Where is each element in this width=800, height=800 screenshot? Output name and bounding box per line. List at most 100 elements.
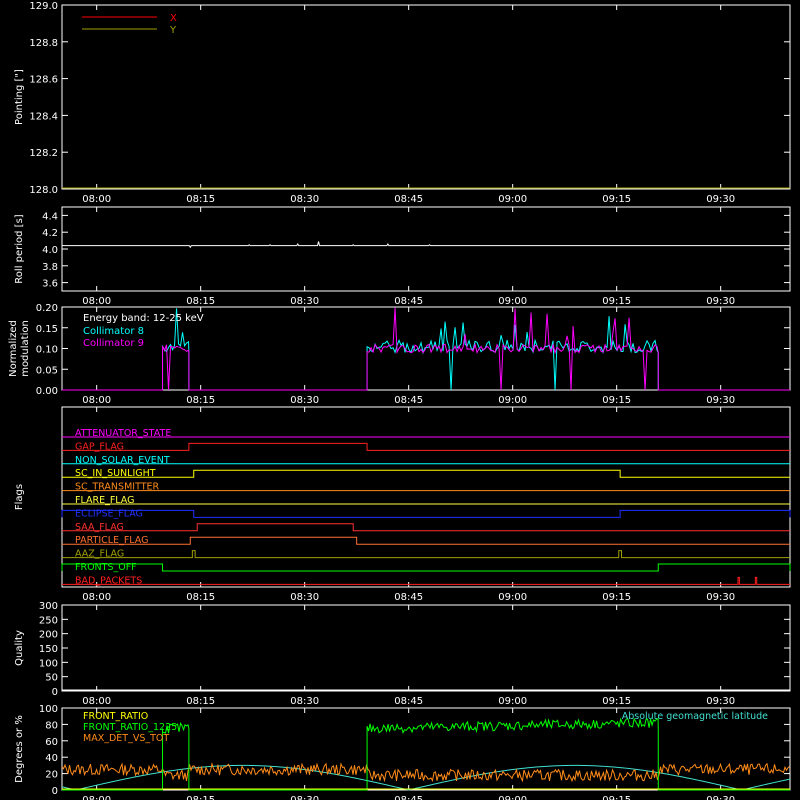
y-tick-label: 80 <box>45 720 58 731</box>
y-tick-label: 0.20 <box>36 303 58 314</box>
flag-line <box>61 563 791 572</box>
y-tick-label: 0 <box>52 687 58 698</box>
flag-line <box>61 509 791 518</box>
x-tick-label: 08:15 <box>186 395 215 406</box>
x-tick-label: 09:00 <box>498 395 527 406</box>
y-tick-label: 0.05 <box>36 365 58 376</box>
x-tick-label: 09:15 <box>602 194 631 205</box>
x-tick-label: 08:00 <box>82 395 111 406</box>
y-tick-label: 300 <box>39 601 58 612</box>
flag-line <box>62 523 790 532</box>
x-tick-label: 08:30 <box>290 194 319 205</box>
y-tick-label: 129.0 <box>29 1 58 12</box>
y-tick-label: 0.10 <box>36 345 58 356</box>
x-tick-label: 09:30 <box>706 395 735 406</box>
y-tick-label: 128.4 <box>29 111 58 122</box>
legend-label: FRONT_RATIO <box>83 711 148 722</box>
panel-quality: 08:00 08:15 08:30 08:45 09:00 09:15 09:30 0 50 10… <box>14 601 791 707</box>
x-tick-label: 08:00 <box>82 194 111 205</box>
x-tick-label: 09:15 <box>602 395 631 406</box>
panel-pointing: 08:00 08:15 08:30 08:45 09:00 09:15 09:30 128.0… <box>14 1 791 205</box>
legend-label: FRONT_RATIO_1225 <box>83 722 177 733</box>
x-tick-label: 08:45 <box>394 592 423 603</box>
y-tick-label: 100 <box>39 658 58 669</box>
y-tick-label: 200 <box>39 630 58 641</box>
y-tick-label: 50 <box>45 673 58 684</box>
panel-modulation: 08:00 08:15 08:30 08:45 09:00 09:15 09:30 0.00 0… <box>8 303 791 406</box>
y-tick-label: 0.15 <box>36 324 58 335</box>
y-tick-label: 128.2 <box>29 148 58 159</box>
y-tick-label: 150 <box>39 644 58 655</box>
y-tick-label: 4.2 <box>42 228 58 239</box>
x-tick-label: 09:15 <box>602 592 631 603</box>
legend-label: MAX_DET_VS_TOT <box>83 733 169 744</box>
legend-label-x: X <box>170 13 177 24</box>
x-tick-label: 08:00 <box>82 696 111 707</box>
x-tick-label: 09:00 <box>498 795 527 800</box>
y-tick-label: 0 <box>52 786 58 797</box>
x-tick-label: 08:15 <box>186 696 215 707</box>
y-tick-label: 40 <box>45 753 58 764</box>
x-tick-label: 09:15 <box>602 696 631 707</box>
x-tick-label: 08:30 <box>290 592 319 603</box>
x-tick-label: 09:15 <box>602 795 631 800</box>
y-tick-label: 128.6 <box>29 75 58 86</box>
x-tick-label: 08:45 <box>394 395 423 406</box>
legend-label-collimator: Collimator 9 <box>83 338 144 349</box>
roll-period-line <box>62 241 790 249</box>
panel-flags: 08:00 08:15 08:30 08:45 09:00 09:15 09:30 Flags… <box>14 406 791 603</box>
y-tick-label: 0.00 <box>36 386 58 397</box>
y-tick-label: 4.0 <box>42 245 58 256</box>
y-axis-label: Roll period [s] <box>14 214 25 283</box>
x-tick-label: 09:00 <box>498 696 527 707</box>
hessi-quicklook-chart: 08:00 08:15 08:30 08:45 09:00 09:15 09:30 128.0… <box>8 1 791 800</box>
flag-line <box>62 442 790 451</box>
flag-line <box>62 576 790 585</box>
y-tick-label: 4.4 <box>42 211 58 222</box>
x-tick-label: 08:15 <box>186 592 215 603</box>
y-tick-label: 128.0 <box>29 185 58 196</box>
x-tick-label: 08:30 <box>290 395 319 406</box>
y-axis-label: Quality <box>14 630 25 666</box>
plot-frame <box>61 206 791 292</box>
plot-frame <box>61 604 791 692</box>
x-tick-label: 08:45 <box>394 696 423 707</box>
y-tick-label: 250 <box>39 615 58 626</box>
y-axis-label: Flags <box>14 484 25 510</box>
x-tick-label: 08:00 <box>82 296 111 307</box>
x-tick-label: 08:30 <box>290 795 319 800</box>
x-tick-label: 08:30 <box>290 296 319 307</box>
panel-ratios: 08:00 08:15 08:30 08:45 09:00 09:15 09:30 0 20 40… <box>14 704 791 800</box>
y-axis-label: modulation <box>20 320 31 377</box>
y-axis-label: Normalized <box>8 320 19 377</box>
x-tick-label: 09:30 <box>706 296 735 307</box>
y-axis-label: Pointing ["] <box>14 69 25 125</box>
geomag-annotation: Absolute geomagnetic latitude <box>622 711 768 722</box>
x-tick-label: 08:15 <box>186 194 215 205</box>
x-tick-label: 08:45 <box>394 194 423 205</box>
x-tick-label: 09:30 <box>706 696 735 707</box>
x-tick-label: 09:00 <box>498 194 527 205</box>
y-tick-label: 100 <box>39 704 58 715</box>
y-tick-label: 20 <box>45 770 58 781</box>
flag-line <box>62 469 790 478</box>
energy-band-annotation: Energy band: 12-25 keV <box>83 313 204 324</box>
y-tick-label: 128.8 <box>29 38 58 49</box>
panel-roll: 08:00 08:15 08:30 08:45 09:00 09:15 09:30 3.6 3.… <box>14 206 791 307</box>
x-tick-label: 09:30 <box>706 194 735 205</box>
x-tick-label: 09:30 <box>706 592 735 603</box>
y-axis-label: Degrees or % <box>14 715 25 783</box>
max-det-line <box>61 761 790 783</box>
x-tick-label: 08:30 <box>290 696 319 707</box>
legend-label-y: Y <box>169 25 177 36</box>
y-tick-label: 3.6 <box>42 279 58 290</box>
legend-label-collimator: Collimator 8 <box>83 326 144 337</box>
flag-line <box>62 550 790 559</box>
x-tick-label: 09:30 <box>706 795 735 800</box>
y-tick-label: 3.8 <box>42 262 58 273</box>
x-tick-label: 08:00 <box>82 795 111 800</box>
y-tick-label: 60 <box>45 737 58 748</box>
x-tick-label: 08:45 <box>394 296 423 307</box>
x-tick-label: 08:45 <box>394 795 423 800</box>
x-tick-label: 08:00 <box>82 592 111 603</box>
